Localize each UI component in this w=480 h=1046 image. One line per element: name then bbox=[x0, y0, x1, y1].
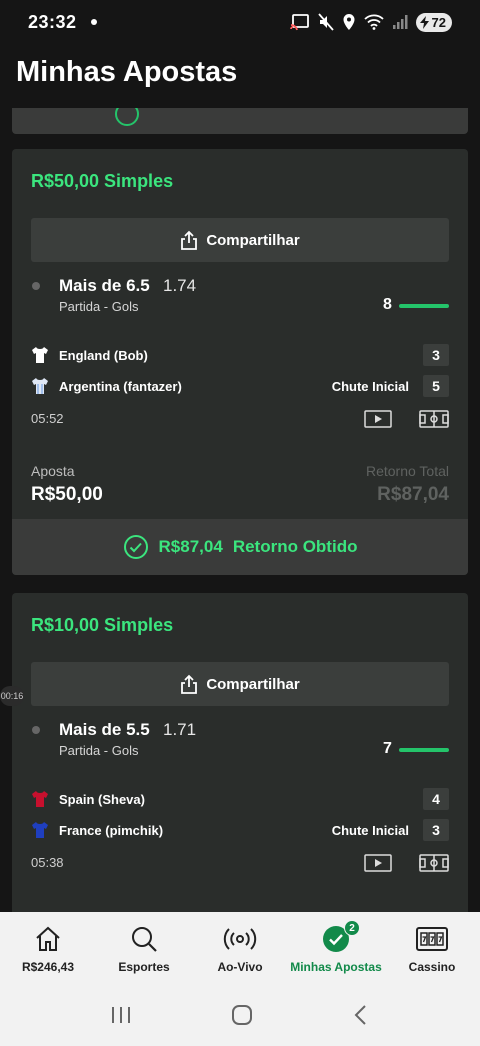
selection-name: Mais de 6.5 bbox=[59, 276, 150, 295]
nav-label: Esportes bbox=[118, 960, 170, 974]
nav-item-ao-vivo[interactable]: Ao-Vivo bbox=[192, 912, 288, 983]
previous-bet-card[interactable] bbox=[12, 108, 468, 134]
battery-indicator: 72 bbox=[415, 12, 452, 32]
bet-title: R$10,00 Simples bbox=[31, 615, 174, 635]
match-status: Chute Inicial bbox=[331, 822, 409, 838]
location-icon bbox=[343, 14, 355, 30]
nav-label: Minhas Apostas bbox=[290, 960, 382, 974]
match-time: 05:38 bbox=[31, 855, 64, 870]
bet-card[interactable]: R$50,00 Simples Compartilhar Mais de 6.5… bbox=[12, 149, 468, 575]
nav-label: Cassino bbox=[408, 960, 456, 974]
nav-label: R$246,43 bbox=[21, 960, 75, 974]
field-icon[interactable] bbox=[419, 854, 449, 872]
shirt-icon bbox=[32, 378, 48, 394]
check-circle-icon bbox=[115, 108, 139, 126]
team-score: 4 bbox=[423, 788, 449, 810]
status-time: 23:32 bbox=[28, 11, 77, 32]
bottom-nav: R$246,43 Esportes Ao-Vivo 2 Minhas Apost… bbox=[0, 912, 480, 983]
share-icon bbox=[181, 674, 198, 694]
system-nav-bar bbox=[0, 983, 480, 1046]
team-name: England (Bob) bbox=[59, 347, 148, 363]
signal-icon bbox=[392, 15, 408, 29]
goal-progress-bar bbox=[399, 304, 449, 308]
goal-count: 8 bbox=[383, 296, 392, 313]
selection-odds: 1.74 bbox=[163, 276, 197, 295]
share-label: Compartilhar bbox=[206, 231, 300, 249]
selection-market: Partida - Gols bbox=[59, 743, 139, 758]
field-icon[interactable] bbox=[419, 410, 449, 428]
team-score: 3 bbox=[423, 819, 449, 841]
timer-bubble[interactable]: 00:16 bbox=[0, 686, 24, 706]
share-icon bbox=[181, 230, 198, 250]
selection-odds: 1.71 bbox=[163, 720, 197, 739]
back-icon[interactable] bbox=[351, 1003, 371, 1027]
team-score: 3 bbox=[423, 344, 449, 366]
goal-progress-bar bbox=[399, 748, 449, 752]
nav-item-esportes[interactable]: Esportes bbox=[96, 912, 192, 983]
nav-badge: 2 bbox=[344, 920, 360, 936]
result-bar: R$87,04 Retorno Obtido bbox=[12, 519, 468, 575]
nav-item-minhas-apostas[interactable]: 2 Minhas Apostas bbox=[288, 912, 384, 983]
recent-apps-icon[interactable] bbox=[109, 1005, 133, 1025]
goal-count: 7 bbox=[383, 740, 392, 757]
team-row: Argentina (fantazer) Chute Inicial 5 bbox=[31, 375, 449, 397]
bet-card[interactable]: R$10,00 Simples Compartilhar Mais de 5.5… bbox=[12, 593, 468, 912]
status-bar: 23:32 72 bbox=[0, 0, 480, 44]
team-score: 5 bbox=[423, 375, 449, 397]
page-title: Minhas Apostas bbox=[16, 56, 238, 88]
result-label: Retorno Obtido bbox=[232, 537, 358, 556]
battery-level: 72 bbox=[431, 14, 446, 30]
selection-status-dot bbox=[32, 282, 40, 290]
bet-title: R$50,00 Simples bbox=[31, 171, 174, 191]
result-amount: R$87,04 bbox=[158, 537, 223, 556]
team-name: France (pimchik) bbox=[59, 822, 164, 838]
bets-list[interactable]: R$50,00 Simples Compartilhar Mais de 6.5… bbox=[0, 108, 480, 912]
slot-machine-icon bbox=[416, 927, 448, 951]
share-button[interactable]: Compartilhar bbox=[31, 218, 449, 262]
shirt-icon bbox=[32, 791, 48, 807]
shirt-icon bbox=[32, 822, 48, 838]
notification-dot bbox=[90, 19, 97, 25]
share-button[interactable]: Compartilhar bbox=[31, 662, 449, 706]
stake-value: R$50,00 bbox=[31, 484, 103, 505]
selection-status-dot bbox=[32, 726, 40, 734]
nav-label: Ao-Vivo bbox=[217, 960, 263, 974]
live-broadcast-icon bbox=[223, 928, 257, 950]
return-value: R$87,04 bbox=[377, 484, 449, 505]
cast-icon bbox=[289, 14, 309, 31]
match-time: 05:52 bbox=[31, 411, 64, 426]
home-button-icon[interactable] bbox=[230, 1003, 254, 1027]
stake-label: Aposta bbox=[31, 463, 75, 479]
team-row: France (pimchik) Chute Inicial 3 bbox=[31, 819, 449, 841]
charging-bolt-icon bbox=[419, 15, 429, 29]
check-circle-icon bbox=[123, 535, 148, 559]
status-icons: 72 bbox=[289, 12, 452, 32]
nav-item-cassino[interactable]: Cassino bbox=[384, 912, 480, 983]
video-icon[interactable] bbox=[364, 854, 392, 872]
shirt-icon bbox=[32, 347, 48, 363]
match-status: Chute Inicial bbox=[331, 378, 409, 394]
return-label: Retorno Total bbox=[365, 463, 449, 479]
mute-icon bbox=[317, 13, 334, 31]
video-icon[interactable] bbox=[364, 410, 392, 428]
selection-market: Partida - Gols bbox=[59, 299, 139, 314]
nav-item-home[interactable]: R$246,43 bbox=[0, 912, 96, 983]
team-row: England (Bob) 3 bbox=[31, 344, 449, 366]
team-name: Spain (Sheva) bbox=[59, 791, 145, 807]
share-label: Compartilhar bbox=[206, 675, 300, 693]
search-icon bbox=[132, 927, 157, 952]
selection-name: Mais de 5.5 bbox=[59, 720, 150, 739]
team-name: Argentina (fantazer) bbox=[59, 378, 182, 394]
team-row: Spain (Sheva) 4 bbox=[31, 788, 449, 810]
wifi-icon bbox=[363, 14, 384, 30]
home-icon bbox=[36, 926, 60, 951]
